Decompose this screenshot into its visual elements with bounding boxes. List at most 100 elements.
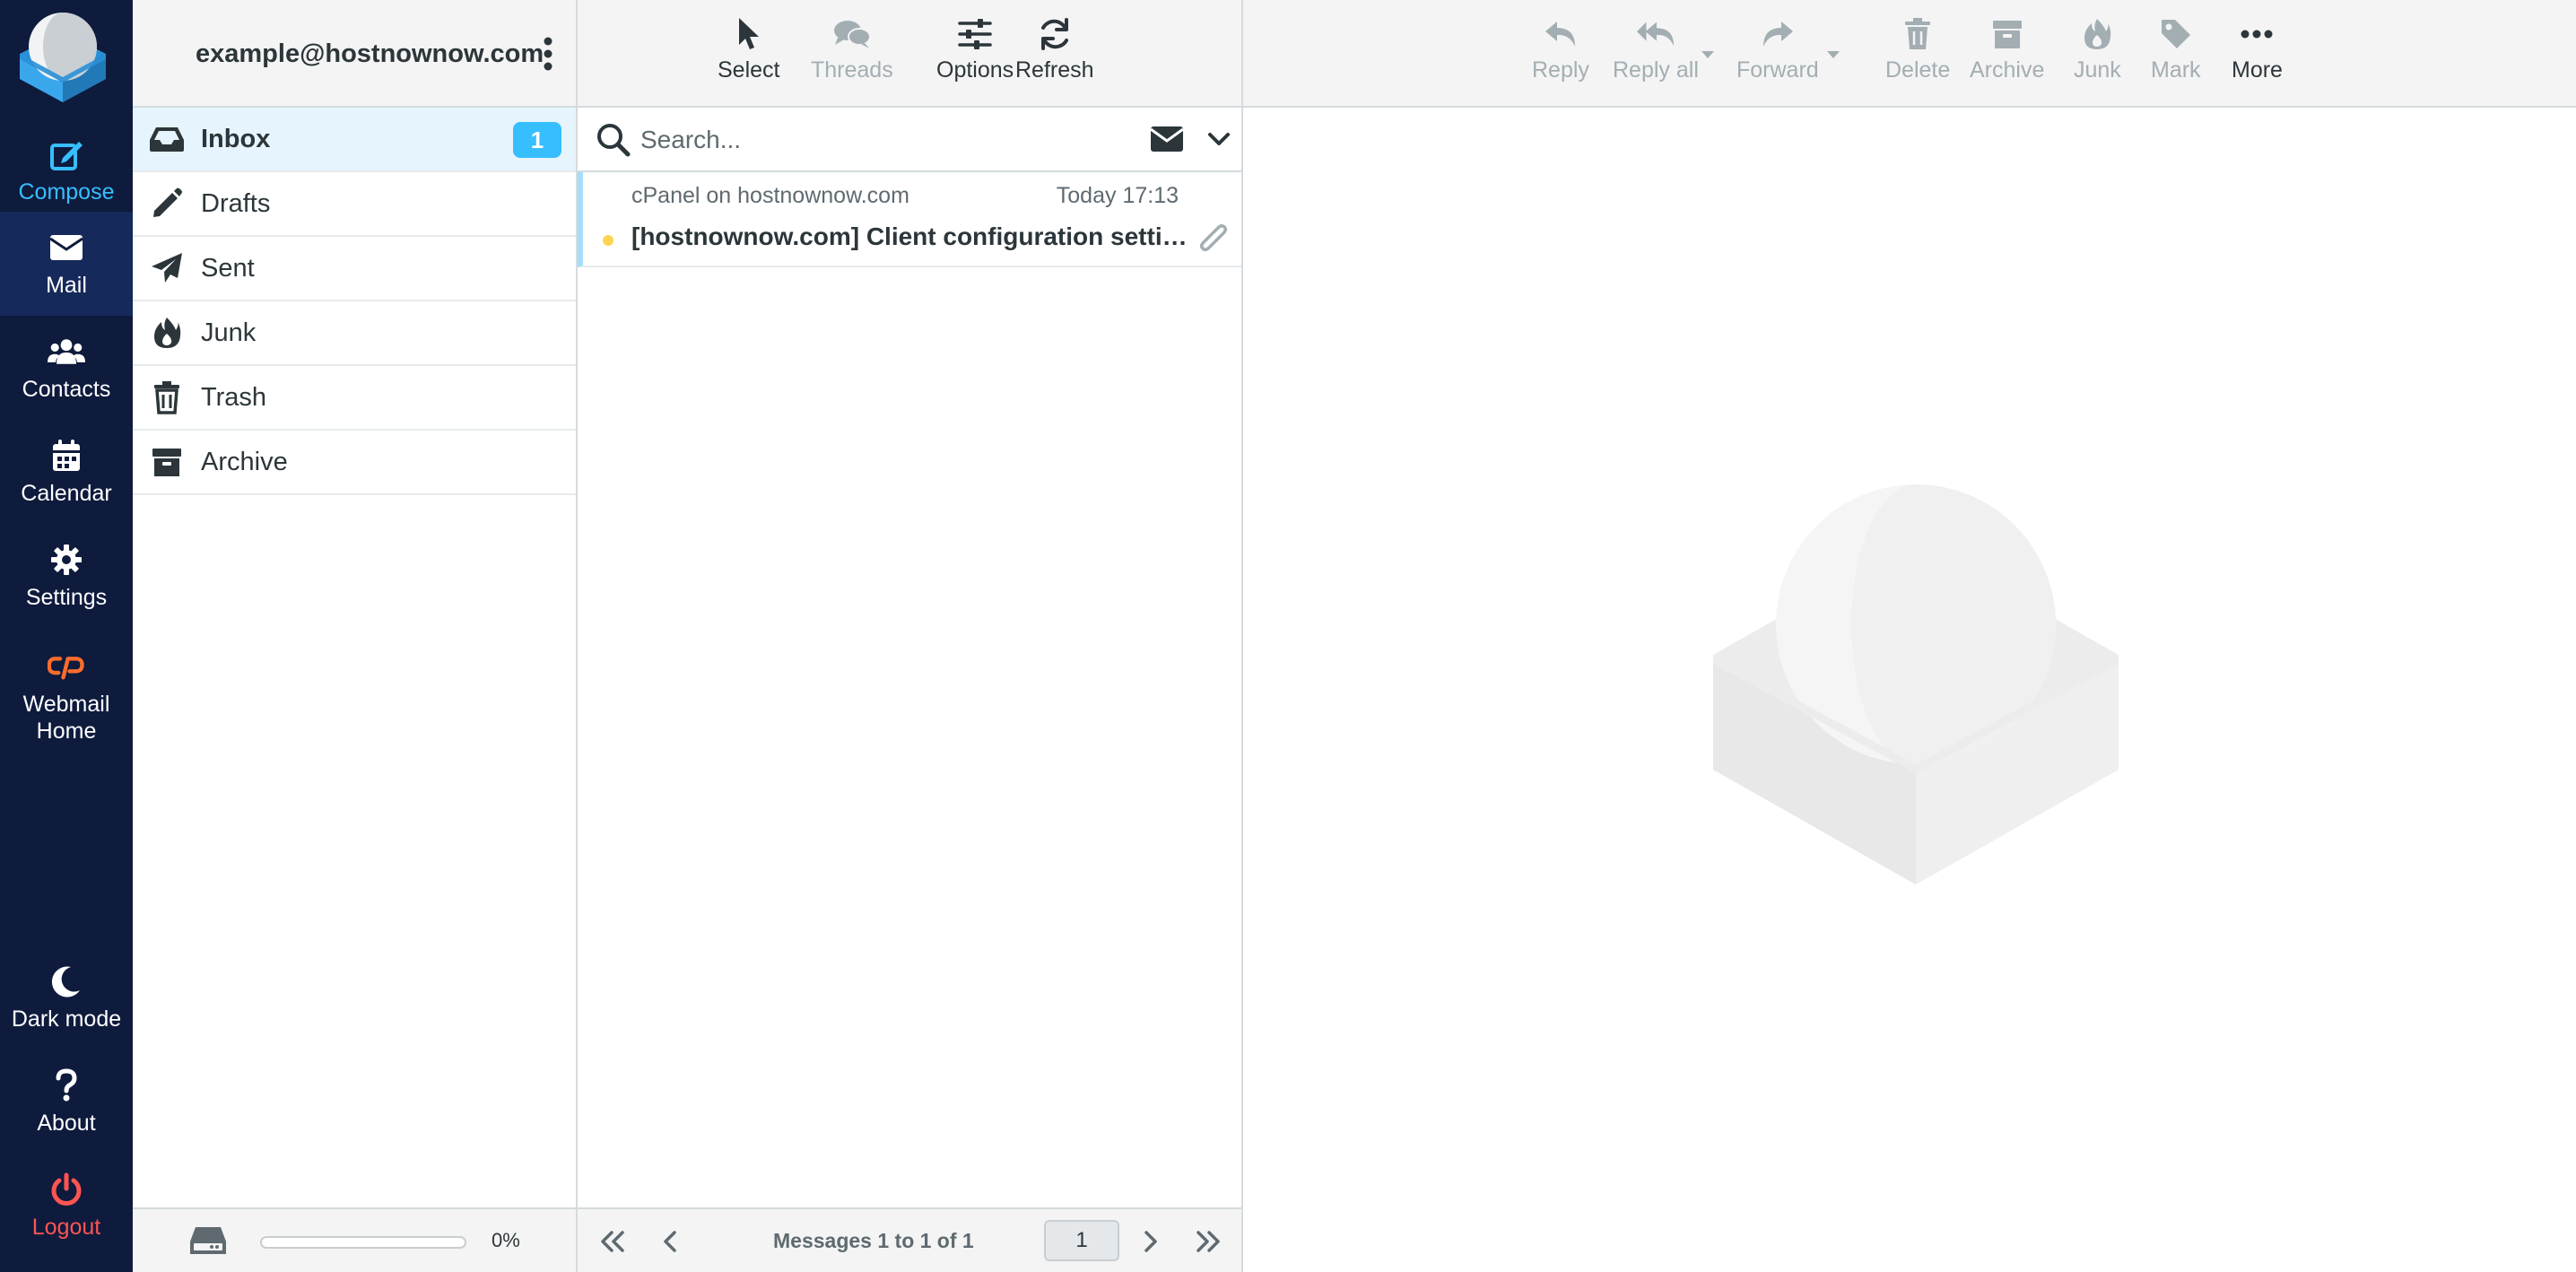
options-label: Options bbox=[936, 57, 1014, 83]
rail-logout-label: Logout bbox=[31, 1215, 101, 1240]
folder-trash-label: Trash bbox=[201, 382, 267, 412]
threads-button[interactable]: Threads bbox=[811, 14, 893, 95]
power-icon bbox=[48, 1171, 85, 1208]
message-subject: [hostnownow.com] Client configuration se… bbox=[631, 222, 1188, 250]
list-pagination: Messages 1 to 1 of 1 bbox=[578, 1207, 1241, 1272]
roundcube-watermark-logo bbox=[1710, 484, 2122, 897]
forward-button[interactable]: Forward bbox=[1736, 14, 1819, 95]
reply-icon bbox=[1541, 14, 1580, 54]
reply-all-icon bbox=[1636, 14, 1675, 54]
folder-pane: example@hostnownow.com Inbox 1 Drafts Se… bbox=[133, 0, 578, 1272]
folder-drafts[interactable]: Drafts bbox=[133, 172, 576, 237]
archive-button[interactable]: Archive bbox=[1970, 14, 2044, 95]
next-page-icon[interactable] bbox=[1134, 1227, 1166, 1256]
first-page-icon[interactable] bbox=[597, 1227, 630, 1256]
more-label: More bbox=[2232, 57, 2283, 83]
archive-icon bbox=[147, 442, 187, 482]
mark-button[interactable]: Mark bbox=[2151, 14, 2201, 95]
reply-button[interactable]: Reply bbox=[1532, 14, 1589, 95]
paperclip-icon bbox=[1197, 222, 1229, 258]
last-page-icon[interactable] bbox=[1191, 1227, 1223, 1256]
reply-all-button[interactable]: Reply all bbox=[1613, 14, 1699, 95]
refresh-button[interactable]: Refresh bbox=[1015, 14, 1094, 95]
question-icon bbox=[48, 1067, 85, 1104]
folder-inbox[interactable]: Inbox 1 bbox=[133, 108, 576, 172]
page-number-input[interactable] bbox=[1044, 1220, 1119, 1261]
message-from: cPanel on hostnownow.com bbox=[631, 183, 909, 208]
folder-pane-header: example@hostnownow.com bbox=[133, 0, 576, 108]
folder-archive[interactable]: Archive bbox=[133, 431, 576, 495]
comments-icon bbox=[832, 14, 872, 54]
forward-caret-icon[interactable] bbox=[1824, 48, 1842, 61]
compose-icon bbox=[48, 135, 85, 173]
previous-page-icon[interactable] bbox=[655, 1227, 687, 1256]
rail-mail-button[interactable]: Mail bbox=[0, 212, 133, 316]
quota-progress-bar bbox=[260, 1236, 466, 1249]
folder-junk-label: Junk bbox=[201, 318, 257, 347]
rail-dark-mode-button[interactable]: Dark mode bbox=[0, 945, 133, 1050]
rail-compose-button[interactable]: Compose bbox=[0, 118, 133, 222]
chevron-down-icon[interactable] bbox=[1205, 127, 1232, 152]
fire-icon bbox=[2077, 14, 2117, 54]
more-button[interactable]: More bbox=[2232, 14, 2283, 95]
account-menu-icon[interactable] bbox=[538, 34, 558, 74]
unread-count-badge: 1 bbox=[513, 122, 561, 158]
junk-button[interactable]: Junk bbox=[2074, 14, 2121, 95]
message-list-pane: Select Threads Options Refresh Search...… bbox=[578, 0, 1243, 1272]
rail-webmail-home-button[interactable]: Webmail Home bbox=[0, 637, 133, 755]
rail-about-button[interactable]: About bbox=[0, 1050, 133, 1154]
folder-archive-label: Archive bbox=[201, 447, 288, 476]
list-toolbar: Select Threads Options Refresh bbox=[578, 0, 1241, 108]
gear-icon bbox=[48, 541, 85, 579]
mark-label: Mark bbox=[2151, 57, 2201, 83]
ellipsis-icon bbox=[2237, 14, 2276, 54]
forward-label: Forward bbox=[1736, 57, 1819, 83]
rail-contacts-label: Contacts bbox=[22, 377, 111, 402]
folder-junk[interactable]: Junk bbox=[133, 301, 576, 366]
moon-icon bbox=[48, 963, 85, 1000]
quota-percent: 0% bbox=[492, 1229, 520, 1251]
rail-settings-label: Settings bbox=[25, 585, 108, 610]
search-input[interactable] bbox=[640, 120, 1125, 160]
forward-icon bbox=[1758, 14, 1797, 54]
search-scope-envelope-icon[interactable] bbox=[1150, 126, 1188, 154]
archive-label: Archive bbox=[1970, 57, 2045, 83]
threads-label: Threads bbox=[811, 57, 893, 83]
folder-sent[interactable]: Sent bbox=[133, 237, 576, 301]
rail-logout-button[interactable]: Logout bbox=[0, 1154, 133, 1258]
roundcube-logo[interactable] bbox=[13, 7, 113, 106]
message-row[interactable]: cPanel on hostnownow.com Today 17:13 [ho… bbox=[578, 172, 1241, 267]
delete-button[interactable]: Delete bbox=[1885, 14, 1950, 95]
tag-icon bbox=[2156, 14, 2196, 54]
rail-settings-button[interactable]: Settings bbox=[0, 524, 133, 628]
fire-icon bbox=[147, 313, 187, 353]
rail-about-label: About bbox=[37, 1111, 96, 1136]
hard-drive-icon bbox=[188, 1225, 228, 1258]
unread-dot-icon bbox=[603, 235, 614, 246]
rail-calendar-label: Calendar bbox=[21, 481, 112, 506]
search-bar bbox=[578, 108, 1241, 172]
rail-compose-label: Compose bbox=[18, 179, 115, 205]
refresh-label: Refresh bbox=[1015, 57, 1094, 83]
reply-all-label: Reply all bbox=[1613, 57, 1699, 83]
folder-sent-label: Sent bbox=[201, 253, 255, 283]
users-icon bbox=[48, 333, 85, 370]
junk-label: Junk bbox=[2074, 57, 2121, 83]
paper-plane-icon bbox=[147, 248, 187, 288]
search-icon[interactable] bbox=[596, 122, 631, 158]
select-button[interactable]: Select bbox=[718, 14, 779, 95]
rail-contacts-button[interactable]: Contacts bbox=[0, 316, 133, 420]
account-email: example@hostnownow.com bbox=[196, 39, 544, 68]
reply-all-caret-icon[interactable] bbox=[1699, 48, 1717, 61]
delete-label: Delete bbox=[1885, 57, 1951, 83]
message-date: Today 17:13 bbox=[1056, 183, 1179, 208]
preview-pane: Reply Reply all Forward Delete Archive J… bbox=[1243, 0, 2576, 1272]
folder-drafts-label: Drafts bbox=[201, 188, 271, 218]
rail-dark-mode-label: Dark mode bbox=[11, 1006, 122, 1032]
envelope-icon bbox=[48, 229, 85, 266]
message-toolbar: Reply Reply all Forward Delete Archive J… bbox=[1243, 0, 2576, 108]
folder-trash[interactable]: Trash bbox=[133, 366, 576, 431]
rail-calendar-button[interactable]: Calendar bbox=[0, 420, 133, 524]
pencil-icon bbox=[147, 184, 187, 223]
options-button[interactable]: Options bbox=[936, 14, 1014, 95]
